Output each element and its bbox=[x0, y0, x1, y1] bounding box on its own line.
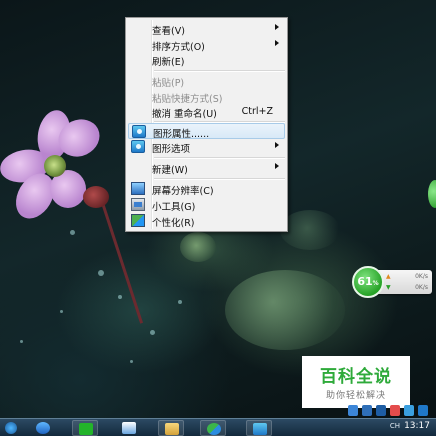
taskbar-browser[interactable] bbox=[200, 420, 226, 436]
menu-item-shortcut: Ctrl+Z bbox=[241, 106, 273, 117]
flower-bud bbox=[83, 186, 109, 208]
submenu-arrow-icon bbox=[275, 24, 279, 30]
ime-toolbar bbox=[346, 404, 436, 418]
watermark-logo: 百科全说 助你轻松解决 bbox=[302, 356, 410, 408]
taskbar-explorer[interactable] bbox=[158, 420, 184, 436]
net-speed-widget[interactable]: ▲ 0K/s ▼ 0K/s 61% bbox=[352, 266, 432, 298]
screen-resolution-icon bbox=[131, 182, 145, 195]
language-indicator[interactable]: CH bbox=[390, 422, 400, 430]
menu-item-paste-shortcut[interactable]: 粘贴快捷方式(S) bbox=[128, 89, 285, 105]
percent-unit: % bbox=[372, 280, 379, 287]
menu-item-label: 新建(W) bbox=[152, 165, 188, 176]
ime-settings-icon[interactable] bbox=[418, 405, 428, 416]
menu-item-label: 查看(V) bbox=[152, 26, 185, 37]
menu-item-paste[interactable]: 粘贴(P) bbox=[128, 73, 285, 89]
gadgets-icon bbox=[131, 198, 145, 211]
menu-item-new[interactable]: 新建(W) bbox=[128, 160, 285, 176]
graphics-display-icon bbox=[132, 125, 146, 138]
internet-explorer-icon bbox=[36, 422, 50, 434]
menu-item-label: 个性化(R) bbox=[152, 218, 195, 229]
desktop-context-menu: 查看(V) 排序方式(O) 刷新(E) 粘贴(P) 粘贴快捷方式(S) 撤消 重… bbox=[125, 17, 288, 232]
menu-item-label: 屏幕分辨率(C) bbox=[152, 186, 214, 197]
menu-item-label: 图形选项 bbox=[152, 144, 191, 155]
graphics-display-icon bbox=[253, 423, 267, 435]
menu-item-graphics-options[interactable]: 图形选项 bbox=[128, 139, 285, 155]
menu-item-sort-by[interactable]: 排序方式(O) bbox=[128, 37, 285, 53]
folder-icon bbox=[165, 423, 179, 435]
graphics-display-icon bbox=[131, 140, 145, 153]
menu-item-label: 粘贴快捷方式(S) bbox=[152, 94, 223, 105]
taskbar-qq[interactable] bbox=[116, 420, 142, 436]
menu-item-label: 刷新(E) bbox=[152, 57, 185, 68]
watermark-title: 百科全说 bbox=[320, 367, 392, 387]
ime-skin-icon[interactable] bbox=[404, 405, 414, 416]
menu-item-label: 小工具(G) bbox=[152, 202, 196, 213]
start-button[interactable] bbox=[2, 420, 20, 436]
personalize-icon bbox=[131, 214, 145, 227]
submenu-arrow-icon bbox=[275, 142, 279, 148]
floating-widget-ball[interactable] bbox=[428, 180, 436, 208]
windows-start-icon bbox=[5, 422, 17, 434]
wallpaper-leaf bbox=[180, 232, 216, 262]
wallpaper-leaf bbox=[280, 210, 340, 250]
wallpaper-bokeh bbox=[118, 295, 122, 299]
upload-speed: 0K/s bbox=[415, 273, 428, 280]
taskbar: CH 13:17 bbox=[0, 418, 436, 436]
menu-separator bbox=[154, 157, 285, 159]
menu-item-personalize[interactable]: 个性化(R) bbox=[128, 213, 285, 229]
ime-punctuation-icon[interactable] bbox=[376, 405, 386, 416]
clock[interactable]: 13:17 bbox=[404, 421, 430, 431]
ime-chinese-mode-icon[interactable] bbox=[362, 405, 372, 416]
menu-item-screen-resolution[interactable]: 屏幕分辨率(C) bbox=[128, 181, 285, 197]
ime-logo-icon[interactable] bbox=[348, 405, 358, 416]
download-speed: 0K/s bbox=[415, 284, 428, 291]
menu-item-gadgets[interactable]: 小工具(G) bbox=[128, 197, 285, 213]
memory-usage-circle[interactable]: 61% bbox=[352, 266, 384, 298]
menu-item-label: 排序方式(O) bbox=[152, 42, 205, 53]
watermark-subtitle: 助你轻松解决 bbox=[325, 391, 386, 401]
menu-item-graphics-properties[interactable]: 图形属性...... bbox=[128, 123, 285, 140]
menu-item-refresh[interactable]: 刷新(E) bbox=[128, 52, 285, 68]
wallpaper-bokeh bbox=[130, 360, 133, 363]
iqiyi-icon bbox=[79, 423, 93, 435]
menu-separator bbox=[154, 70, 285, 72]
menu-item-label: 图形属性...... bbox=[153, 129, 210, 140]
wallpaper-bokeh bbox=[60, 310, 63, 313]
taskbar-iqiyi[interactable] bbox=[72, 420, 98, 436]
taskbar-ie[interactable] bbox=[30, 420, 56, 436]
taskbar-display[interactable] bbox=[246, 420, 272, 436]
menu-item-label: 撤消 重命名(U) bbox=[152, 109, 217, 120]
upload-arrow-icon: ▲ bbox=[386, 273, 391, 280]
qq-icon bbox=[122, 422, 136, 434]
menu-item-label: 粘贴(P) bbox=[152, 78, 185, 89]
upload-row: ▲ 0K/s bbox=[386, 272, 428, 283]
wallpaper-bokeh bbox=[178, 300, 182, 304]
wallpaper-bokeh bbox=[70, 230, 75, 235]
ime-softkeyboard-icon[interactable] bbox=[390, 405, 400, 416]
submenu-arrow-icon bbox=[275, 40, 279, 46]
wallpaper-bokeh bbox=[150, 330, 155, 335]
download-row: ▼ 0K/s bbox=[386, 283, 428, 294]
browser-icon bbox=[207, 423, 221, 435]
wallpaper-bokeh bbox=[98, 270, 104, 276]
memory-usage-percent: 61 bbox=[357, 275, 373, 288]
wallpaper-bokeh bbox=[20, 340, 23, 343]
submenu-arrow-icon bbox=[275, 163, 279, 169]
menu-item-view[interactable]: 查看(V) bbox=[128, 21, 285, 37]
download-arrow-icon: ▼ bbox=[386, 284, 391, 291]
wallpaper-leaf bbox=[225, 270, 345, 350]
menu-item-undo-rename[interactable]: 撤消 重命名(U) Ctrl+Z bbox=[128, 104, 285, 120]
flower-center bbox=[44, 155, 66, 177]
menu-separator bbox=[154, 178, 285, 180]
